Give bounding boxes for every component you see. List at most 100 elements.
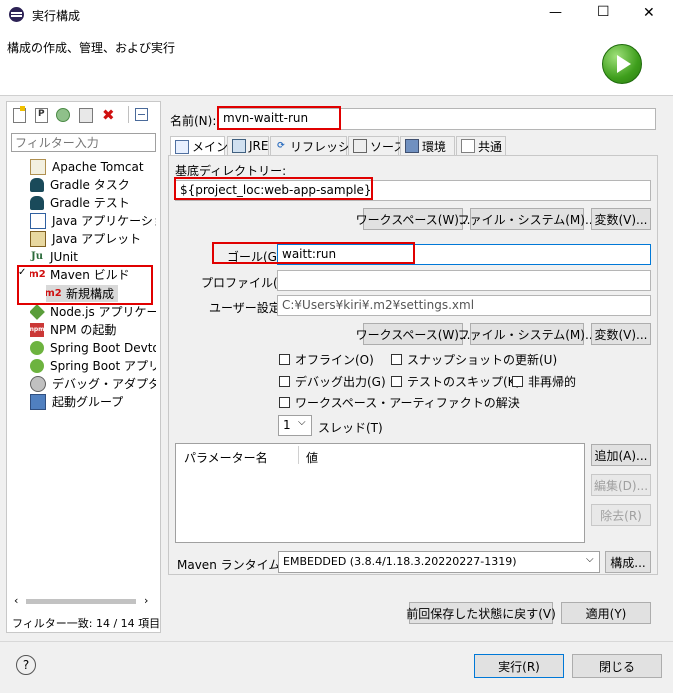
runtime-value: EMBEDDED (3.8.4/1.18.3.20220227-1319) <box>283 555 517 568</box>
params-header-name[interactable]: パラメーター名 <box>184 449 268 466</box>
tree-item-label: Spring Boot Devtools <box>50 340 156 355</box>
threads-label: スレッド(T) <box>318 421 383 435</box>
remove-button[interactable]: 除去(R) <box>591 504 651 526</box>
run-button[interactable]: 実行(R) <box>474 654 564 678</box>
workspace-button[interactable]: ワークスペース(W)... <box>356 208 470 230</box>
tree-scrollbar[interactable]: ‹ › <box>10 594 156 609</box>
java-applet-icon <box>30 230 46 247</box>
tree-item[interactable]: Spring Boot Devtools <box>30 339 156 356</box>
maven-icon: m2 <box>46 288 62 299</box>
variables-button[interactable]: 変数(V)... <box>591 208 651 230</box>
base-dir-input[interactable]: ${project_loc:web-app-sample} <box>175 180 651 201</box>
scroll-right-icon[interactable]: › <box>144 594 148 607</box>
tree-item[interactable]: デバッグ・アダプター・ランチャー <box>30 375 156 392</box>
apply-button[interactable]: 適用(Y) <box>561 602 651 624</box>
tree-item[interactable]: Gradle タスク <box>30 176 130 193</box>
maximize-icon[interactable]: ☐ <box>597 4 610 20</box>
skip-tests-checkbox[interactable]: テストのスキップ(K) <box>391 373 520 390</box>
tree-item[interactable]: 起動グループ <box>30 393 123 410</box>
tree-item[interactable]: Ju JUnit <box>30 248 78 265</box>
tree-item-label: Apache Tomcat <box>52 159 144 174</box>
tree-item-label: NPM の起動 <box>50 323 117 337</box>
debug-checkbox[interactable]: デバッグ出力(G) <box>279 373 386 390</box>
tab-label: 環境 <box>422 139 447 154</box>
header-subtitle: 構成の作成、管理、および実行 <box>7 41 176 55</box>
tree-item[interactable]: Gradle テスト <box>30 194 130 211</box>
tree-item-label: 起動グループ <box>52 395 124 409</box>
name-label: 名前(N): <box>170 114 217 128</box>
tree-item-label: デバッグ・アダプター・ランチャー <box>52 377 156 391</box>
add-button[interactable]: 追加(A)... <box>591 444 651 466</box>
configure-button[interactable]: 構成... <box>605 551 651 573</box>
resolve-ws-label: ワークスペース・アーティファクトの解決 <box>295 396 520 410</box>
snapshot-label: スナップショットの更新(U) <box>407 353 558 367</box>
close-icon[interactable]: ✕ <box>643 5 655 21</box>
tree-item[interactable]: Java アプリケーション <box>30 212 156 229</box>
new-config-icon[interactable] <box>13 106 26 123</box>
spring-icon <box>30 340 44 355</box>
environment-icon <box>405 139 419 153</box>
offline-checkbox[interactable]: オフライン(O) <box>279 351 374 368</box>
params-table[interactable]: パラメーター名 値 <box>175 443 585 543</box>
non-recursive-label: 非再帰的 <box>528 375 577 389</box>
tree-item[interactable]: Apache Tomcat <box>30 158 144 175</box>
tab-label: JRE <box>249 139 269 153</box>
offline-label: オフライン(O) <box>295 353 374 367</box>
tree-item-label: Node.js アプリケーション <box>50 305 156 319</box>
filesystem-button[interactable]: ファイル・システム(M)... <box>458 208 596 230</box>
debug-label: デバッグ出力(G) <box>295 375 386 389</box>
tab-source[interactable]: ソース <box>348 136 405 156</box>
profile-input[interactable] <box>277 270 651 291</box>
goal-input[interactable]: waitt:run <box>277 244 651 265</box>
tree-item[interactable]: Java アプレット <box>30 230 141 247</box>
tab-label: 共通 <box>478 139 503 154</box>
tab-main[interactable]: メイン <box>170 136 228 157</box>
common-icon <box>461 139 475 153</box>
tab-refresh[interactable]: ⟳ リフレッシュ <box>270 136 362 156</box>
collapse-all-icon[interactable] <box>135 108 148 121</box>
params-header-value[interactable]: 値 <box>306 449 318 466</box>
snapshot-checkbox[interactable]: スナップショットの更新(U) <box>391 351 557 368</box>
variables-button-2[interactable]: 変数(V)... <box>591 323 651 345</box>
filter-input[interactable] <box>11 133 156 152</box>
non-recursive-checkbox[interactable]: 非再帰的 <box>512 373 576 390</box>
main-tab-icon <box>175 139 189 154</box>
toolbar-divider <box>128 106 129 123</box>
expand-arrow-icon[interactable]: ✓ <box>18 267 26 278</box>
filter-status: フィルター一致: 14 / 14 項目 <box>12 617 161 630</box>
edit-button[interactable]: 編集(D)... <box>591 474 651 496</box>
minimize-icon[interactable]: — <box>549 5 562 20</box>
runtime-select[interactable]: EMBEDDED (3.8.4/1.18.3.20220227-1319) ⌵ <box>278 551 600 573</box>
revert-button[interactable]: 前回保存した状態に戻す(V) <box>406 602 556 624</box>
tree-item[interactable]: npm NPM の起動 <box>30 321 116 338</box>
tree-item[interactable]: m2 新規構成 <box>46 285 119 302</box>
refresh-icon: ⟳ <box>277 141 285 151</box>
duplicate-icon[interactable] <box>79 108 93 123</box>
tab-common[interactable]: 共通 <box>456 136 506 156</box>
spring-boot-icon <box>30 358 44 373</box>
user-settings-input[interactable]: C:¥Users¥kiri¥.m2¥settings.xml <box>277 295 651 316</box>
scroll-thumb[interactable] <box>26 599 136 604</box>
new-prototype-icon[interactable]: P <box>35 108 48 123</box>
tree-item[interactable]: Node.js アプリケーション <box>30 303 156 320</box>
scroll-left-icon[interactable]: ‹ <box>14 594 18 607</box>
tab-jre[interactable]: JRE <box>227 136 269 156</box>
name-input[interactable]: mvn-waitt-run <box>218 108 656 130</box>
workspace-button-2[interactable]: ワークスペース(W)... <box>356 323 470 345</box>
tree-item-label: 新規構成 <box>66 287 115 301</box>
launch-group-icon <box>30 393 46 410</box>
tree-item[interactable]: m2 Maven ビルド <box>30 266 130 283</box>
help-icon[interactable]: ? <box>16 655 36 675</box>
gradle-icon <box>30 195 44 210</box>
import-icon[interactable] <box>56 108 70 122</box>
tab-environment[interactable]: 環境 <box>400 136 455 156</box>
tree-item[interactable]: Spring Boot アプリケーション <box>30 357 156 374</box>
resolve-ws-checkbox[interactable]: ワークスペース・アーティファクトの解決 <box>279 394 520 411</box>
nodejs-icon <box>30 303 45 320</box>
threads-select[interactable]: 1 ⌵ <box>278 415 312 436</box>
filesystem-button-2[interactable]: ファイル・システム(M)... <box>458 323 596 345</box>
tree-item-label: JUnit <box>50 249 78 264</box>
source-icon <box>353 139 367 153</box>
delete-icon[interactable]: ✖ <box>102 106 115 124</box>
close-button[interactable]: 閉じる <box>572 654 662 678</box>
